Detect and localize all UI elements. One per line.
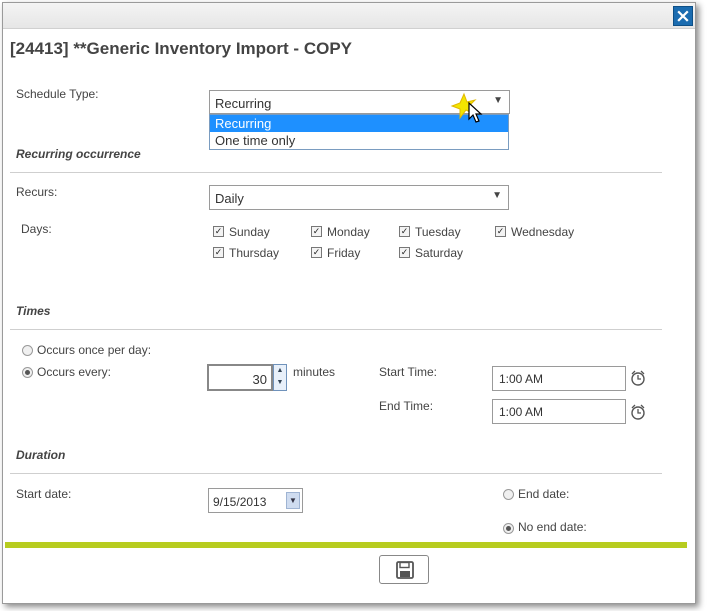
dialog-titlebar: × <box>3 3 695 29</box>
interval-input[interactable]: 30 <box>207 364 273 391</box>
day-label-tuesday: Tuesday <box>415 225 461 239</box>
days-label: Days: <box>21 222 52 236</box>
checkbox-tuesday[interactable]: ✓ <box>399 226 410 237</box>
radio-once-per-day[interactable] <box>22 345 33 356</box>
divider <box>10 172 662 173</box>
checkbox-monday[interactable]: ✓ <box>311 226 322 237</box>
radio-occurs-every[interactable] <box>22 367 33 378</box>
start-time-input[interactable]: 1:00 AM <box>492 366 626 391</box>
end-time-input[interactable]: 1:00 AM <box>492 399 626 424</box>
checkbox-thursday[interactable]: ✓ <box>213 247 224 258</box>
checkbox-saturday[interactable]: ✓ <box>399 247 410 258</box>
mouse-cursor-icon <box>450 92 483 123</box>
chevron-down-icon: ▼ <box>492 190 502 201</box>
start-date-input[interactable]: 9/15/2013 ▼ <box>208 488 303 513</box>
footer-accent-bar <box>5 542 687 548</box>
clock-icon[interactable] <box>630 404 646 420</box>
start-time-label: Start Time: <box>379 365 438 379</box>
stepper-up-icon[interactable]: ▲ <box>274 365 286 377</box>
once-per-day-label: Occurs once per day: <box>37 343 152 357</box>
divider <box>10 329 662 330</box>
start-date-label: Start date: <box>16 487 72 501</box>
schedule-type-value: Recurring <box>215 96 272 111</box>
recurring-section-title: Recurring occurrence <box>16 147 141 161</box>
schedule-type-label: Schedule Type: <box>16 87 99 101</box>
checkbox-wednesday[interactable]: ✓ <box>495 226 506 237</box>
stepper-down-icon[interactable]: ▼ <box>274 377 286 389</box>
recurs-label: Recurs: <box>16 185 58 199</box>
clock-icon[interactable] <box>630 370 646 386</box>
save-icon <box>396 561 414 579</box>
save-button[interactable] <box>379 555 429 584</box>
divider <box>10 473 662 474</box>
start-date-value: 9/15/2013 <box>213 495 267 509</box>
recurs-select[interactable]: Daily ▼ <box>209 185 509 210</box>
times-section-title: Times <box>16 304 51 318</box>
close-button[interactable]: × <box>673 6 693 26</box>
day-label-friday: Friday <box>327 246 361 260</box>
interval-stepper[interactable]: ▲ ▼ <box>273 364 287 391</box>
day-label-monday: Monday <box>327 225 370 239</box>
dialog-title: [24413] **Generic Inventory Import - COP… <box>10 39 352 58</box>
recurs-value: Daily <box>215 191 244 206</box>
radio-no-end-date[interactable] <box>503 523 514 534</box>
close-icon: × <box>675 5 691 27</box>
occurs-every-label: Occurs every: <box>37 365 112 379</box>
radio-end-date[interactable] <box>503 489 514 500</box>
no-end-date-label: No end date: <box>518 520 587 534</box>
day-label-saturday: Saturday <box>415 246 464 260</box>
option-one-time-only[interactable]: One time only <box>210 132 508 149</box>
end-time-label: End Time: <box>379 399 434 413</box>
checkbox-friday[interactable]: ✓ <box>311 247 322 258</box>
day-label-thursday: Thursday <box>229 246 280 260</box>
duration-section-title: Duration <box>16 448 66 462</box>
checkbox-sunday[interactable]: ✓ <box>213 226 224 237</box>
interval-unit: minutes <box>293 365 336 379</box>
day-label-wednesday: Wednesday <box>511 225 575 239</box>
chevron-down-icon[interactable]: ▼ <box>286 492 300 509</box>
end-date-label: End date: <box>518 487 570 501</box>
day-label-sunday: Sunday <box>229 225 270 239</box>
